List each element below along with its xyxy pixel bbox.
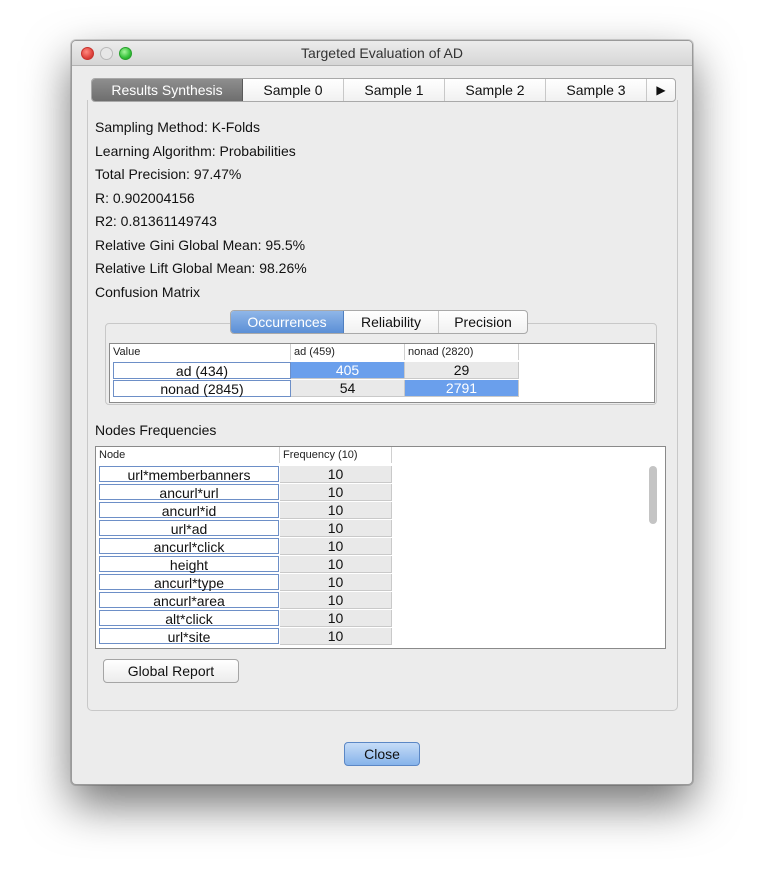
confusion-matrix-label: Confusion Matrix — [95, 283, 201, 300]
node-name-cell[interactable]: url*memberbanners — [99, 466, 279, 483]
node-frequency-cell[interactable]: 10 — [280, 538, 392, 555]
node-name-cell[interactable]: url*ad — [99, 520, 279, 537]
matrix-cell[interactable]: 54 — [291, 380, 405, 397]
node-frequency-cell[interactable]: 10 — [280, 466, 392, 483]
column-header-node[interactable]: Node — [96, 447, 280, 463]
learning-algorithm-text: Learning Algorithm: Probabilities — [95, 142, 296, 159]
global-report-button[interactable]: Global Report — [103, 659, 239, 683]
matrix-row-header[interactable]: ad (434) — [113, 362, 291, 379]
close-button[interactable]: Close — [344, 742, 420, 766]
matrix-cell[interactable]: 405 — [291, 362, 405, 379]
tab-sample-3[interactable]: Sample 3 — [546, 79, 647, 101]
tab-results-synthesis[interactable]: Results Synthesis — [92, 79, 243, 101]
column-header-ad[interactable]: ad (459) — [291, 344, 405, 360]
lift-mean-text: Relative Lift Global Mean: 98.26% — [95, 260, 307, 276]
matrix-cell[interactable]: 2791 — [405, 380, 519, 397]
matrix-cell[interactable]: 29 — [405, 362, 519, 379]
node-name-cell[interactable]: ancurl*type — [99, 574, 279, 591]
node-name-cell[interactable]: url*site — [99, 628, 279, 645]
node-frequency-cell[interactable]: 10 — [280, 484, 392, 501]
results-info: Sampling Method: K-Folds Learning Algori… — [95, 116, 307, 304]
node-frequency-cell[interactable]: 10 — [280, 628, 392, 645]
node-name-cell[interactable]: ancurl*click — [99, 538, 279, 555]
tab-sample-2[interactable]: Sample 2 — [445, 79, 546, 101]
sampling-method-text: Sampling Method: K-Folds — [95, 119, 260, 135]
evaluation-window: Targeted Evaluation of AD Results Synthe… — [71, 40, 693, 785]
gini-mean-text: Relative Gini Global Mean: 95.5% — [95, 236, 306, 253]
matrix-view-selector: Occurrences Reliability Precision — [230, 310, 528, 334]
column-header-frequency[interactable]: Frequency (10) — [280, 447, 392, 463]
node-name-cell[interactable]: alt*click — [99, 610, 279, 627]
node-frequency-cell[interactable]: 10 — [280, 520, 392, 537]
nodes-frequencies-label: Nodes Frequencies — [95, 422, 217, 438]
node-frequency-cell[interactable]: 10 — [280, 556, 392, 573]
total-precision-text: Total Precision: 97.47% — [95, 166, 242, 182]
window-title: Targeted Evaluation of AD — [301, 45, 463, 61]
segment-precision[interactable]: Precision — [439, 311, 527, 333]
segment-reliability[interactable]: Reliability — [344, 311, 439, 333]
node-name-cell[interactable]: ancurl*url — [99, 484, 279, 501]
sample-tabbar: Results Synthesis Sample 0 Sample 1 Samp… — [91, 78, 676, 102]
nodes-scrollbar-thumb[interactable] — [649, 466, 657, 524]
nodes-frequencies-table: Node Frequency (10) url*memberbanners 10… — [95, 446, 666, 649]
r2-value-text: R2: 0.81361149743 — [95, 213, 217, 229]
node-name-cell[interactable]: ancurl*id — [99, 502, 279, 519]
node-name-cell[interactable]: height — [99, 556, 279, 573]
node-frequency-cell[interactable]: 10 — [280, 592, 392, 609]
tab-sample-1[interactable]: Sample 1 — [344, 79, 445, 101]
column-header-nonad[interactable]: nonad (2820) — [405, 344, 519, 360]
tab-scroll-right-icon[interactable]: ▶ — [647, 79, 675, 101]
column-header-value[interactable]: Value — [110, 344, 291, 360]
r-value-text: R: 0.902004156 — [95, 189, 195, 206]
tab-sample-0[interactable]: Sample 0 — [243, 79, 344, 101]
node-frequency-cell[interactable]: 10 — [280, 574, 392, 591]
confusion-matrix-table: Value ad (459) nonad (2820) ad (434) 405… — [109, 343, 655, 403]
node-frequency-cell[interactable]: 10 — [280, 610, 392, 627]
node-name-cell[interactable]: ancurl*area — [99, 592, 279, 609]
matrix-row-header[interactable]: nonad (2845) — [113, 380, 291, 397]
node-frequency-cell[interactable]: 10 — [280, 502, 392, 519]
segment-occurrences[interactable]: Occurrences — [231, 311, 344, 333]
title-bar[interactable]: Targeted Evaluation of AD — [72, 41, 692, 66]
